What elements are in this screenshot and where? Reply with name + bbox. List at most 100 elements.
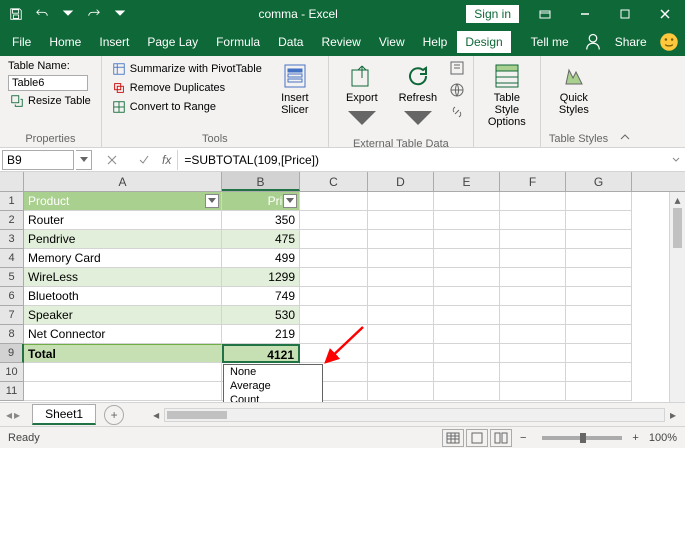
col-header-f[interactable]: F — [500, 172, 566, 191]
refresh-button[interactable]: Refresh — [393, 60, 443, 136]
cell[interactable] — [566, 230, 632, 249]
cell[interactable] — [300, 344, 368, 363]
cell[interactable] — [24, 363, 222, 382]
cell[interactable]: 4121 — [222, 344, 300, 363]
col-header-c[interactable]: C — [300, 172, 368, 191]
enter-formula-icon[interactable] — [132, 150, 156, 170]
add-sheet-button[interactable]: + — [104, 405, 124, 425]
row-header[interactable]: 10 — [0, 363, 24, 382]
row-header[interactable]: 5 — [0, 268, 24, 287]
cell[interactable] — [566, 268, 632, 287]
cell[interactable]: Pendrive — [24, 230, 222, 249]
col-header-b[interactable]: B — [222, 172, 300, 191]
page-layout-view-icon[interactable] — [466, 429, 488, 447]
cell[interactable]: Bluetooth — [24, 287, 222, 306]
select-all-cell[interactable] — [0, 172, 24, 191]
tab-insert[interactable]: Insert — [91, 31, 137, 53]
cell[interactable] — [368, 192, 434, 211]
cell[interactable]: Total — [24, 344, 222, 363]
cell[interactable] — [368, 344, 434, 363]
share-button[interactable]: Share — [615, 35, 647, 49]
open-browser-icon[interactable] — [449, 82, 465, 98]
qat-customize-icon[interactable] — [108, 2, 132, 26]
undo-icon[interactable] — [30, 2, 54, 26]
cell[interactable]: Router — [24, 211, 222, 230]
properties-icon[interactable] — [449, 60, 465, 76]
filter-dropdown-icon[interactable] — [205, 194, 219, 208]
cells-area[interactable]: ProductPriceRouter350Pendrive475Memory C… — [24, 192, 632, 401]
col-header-g[interactable]: G — [566, 172, 632, 191]
cell[interactable] — [368, 211, 434, 230]
cell[interactable] — [500, 325, 566, 344]
cell[interactable]: Net Connector — [24, 325, 222, 344]
cell[interactable] — [434, 192, 500, 211]
redo-icon[interactable] — [82, 2, 106, 26]
cell[interactable] — [434, 306, 500, 325]
cell[interactable] — [300, 306, 368, 325]
cell[interactable] — [368, 287, 434, 306]
row-header[interactable]: 1 — [0, 192, 24, 211]
maximize-button[interactable] — [605, 0, 645, 28]
cancel-formula-icon[interactable] — [100, 150, 124, 170]
cell[interactable] — [24, 382, 222, 401]
quick-styles-button[interactable]: Quick Styles — [549, 60, 599, 118]
cell[interactable] — [300, 325, 368, 344]
minimize-button[interactable] — [565, 0, 605, 28]
row-header[interactable]: 4 — [0, 249, 24, 268]
cell[interactable]: 350 — [222, 211, 300, 230]
cell[interactable] — [566, 211, 632, 230]
cell[interactable] — [566, 363, 632, 382]
cell[interactable] — [500, 249, 566, 268]
cell[interactable] — [566, 382, 632, 401]
cell[interactable]: 475 — [222, 230, 300, 249]
expand-formula-bar-icon[interactable] — [667, 155, 685, 165]
func-option[interactable]: Average — [224, 379, 322, 393]
insert-slicer-button[interactable]: Insert Slicer — [270, 60, 320, 118]
remove-duplicates-button[interactable]: Remove Duplicates — [110, 79, 264, 97]
cell[interactable] — [434, 325, 500, 344]
row-header[interactable]: 11 — [0, 382, 24, 401]
col-header-d[interactable]: D — [368, 172, 434, 191]
cell[interactable] — [434, 344, 500, 363]
fx-icon[interactable]: fx — [162, 153, 171, 167]
cell[interactable] — [434, 230, 500, 249]
cell[interactable] — [434, 287, 500, 306]
tab-view[interactable]: View — [371, 31, 413, 53]
cell[interactable] — [368, 249, 434, 268]
cell[interactable] — [500, 211, 566, 230]
cell[interactable] — [500, 306, 566, 325]
cell[interactable] — [566, 249, 632, 268]
hscroll-thumb[interactable] — [167, 411, 227, 419]
cell[interactable]: Memory Card — [24, 249, 222, 268]
cell[interactable] — [500, 382, 566, 401]
cell[interactable] — [500, 230, 566, 249]
cell[interactable] — [300, 192, 368, 211]
func-option[interactable]: None — [224, 365, 322, 379]
cell[interactable] — [368, 306, 434, 325]
undo-dropdown-icon[interactable] — [56, 2, 80, 26]
cell[interactable] — [300, 211, 368, 230]
zoom-level[interactable]: 100% — [649, 432, 677, 444]
ribbon-display-icon[interactable] — [525, 0, 565, 28]
row-header[interactable]: 3 — [0, 230, 24, 249]
cell[interactable]: WireLess — [24, 268, 222, 287]
zoom-in-button[interactable]: + — [632, 432, 638, 444]
cell[interactable] — [434, 363, 500, 382]
tab-design[interactable]: Design — [457, 31, 510, 53]
cell[interactable] — [368, 230, 434, 249]
cell[interactable] — [566, 192, 632, 211]
scroll-left-icon[interactable]: ◂ — [149, 409, 163, 421]
tab-page-layout[interactable]: Page Lay — [139, 31, 206, 53]
summarize-pivot-button[interactable]: Summarize with PivotTable — [110, 60, 264, 78]
sheet-tab-1[interactable]: Sheet1 — [32, 404, 96, 425]
sheet-next-icon[interactable]: ▸ — [14, 408, 20, 422]
zoom-out-button[interactable]: − — [520, 432, 526, 444]
row-header[interactable]: 9 — [0, 344, 24, 363]
row-header[interactable]: 2 — [0, 211, 24, 230]
cell[interactable] — [500, 363, 566, 382]
cell[interactable]: 219 — [222, 325, 300, 344]
cell[interactable] — [434, 382, 500, 401]
row-header[interactable]: 7 — [0, 306, 24, 325]
cell[interactable]: Product — [24, 192, 222, 211]
cell[interactable]: 499 — [222, 249, 300, 268]
